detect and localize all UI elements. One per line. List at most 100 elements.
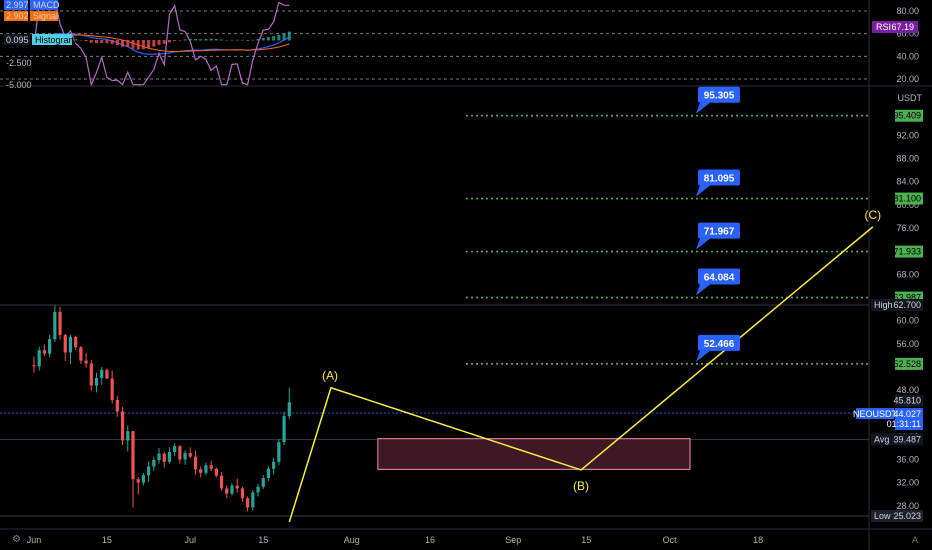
- candle-body: [193, 456, 198, 470]
- price-tick-label: 28.00: [896, 501, 919, 511]
- histogram-bar: [136, 40, 140, 50]
- histogram-bar: [246, 40, 250, 41]
- wave-label: (A): [322, 369, 338, 383]
- candle-body: [225, 488, 229, 494]
- target-tag-value: 71.933: [893, 247, 921, 257]
- macd-tick-label: -5.000: [6, 80, 32, 90]
- candle-body: [240, 488, 244, 499]
- candle-body: [110, 378, 114, 400]
- bar-countdown: 01:31:11: [887, 419, 921, 429]
- candle-body: [183, 453, 187, 460]
- candle-body: [152, 460, 156, 467]
- histogram-bar: [89, 40, 93, 43]
- candle-body: [147, 466, 151, 476]
- candle-body: [68, 336, 73, 353]
- candle-body: [136, 479, 140, 483]
- candle: [120, 406, 125, 446]
- callout-value: 52.466: [704, 339, 735, 350]
- candle-body: [157, 453, 161, 461]
- candle-body: [204, 465, 208, 473]
- candle-body: [173, 446, 177, 452]
- time-tick-label: 18: [753, 535, 763, 545]
- histogram-value: 0.095: [6, 35, 29, 45]
- rsi-label: RSI: [876, 22, 891, 32]
- price-tick-label: 48.00: [896, 385, 919, 395]
- time-tick-label: Aug: [344, 535, 360, 545]
- time-tick-label: 15: [581, 535, 591, 545]
- macd-value: 2.997: [6, 0, 29, 10]
- candle-body: [32, 365, 36, 367]
- histogram-bar: [141, 40, 145, 50]
- prev-close-tag-value: 45.810: [893, 396, 921, 406]
- price-tick-label: 36.00: [896, 455, 919, 465]
- histogram-bar: [183, 39, 187, 41]
- price-chart[interactable]: 80.0060.0040.0020.00 -2.500-5.000 2.997 …: [0, 0, 932, 550]
- rsi-tick-label: 80.00: [896, 6, 919, 16]
- candle-body: [287, 402, 291, 417]
- histogram-bar: [105, 40, 109, 44]
- histogram-bar: [214, 38, 218, 41]
- candle-body: [120, 411, 125, 441]
- candle-body: [266, 468, 271, 479]
- histogram-bar: [230, 39, 234, 41]
- macd-label: MACD: [33, 0, 60, 10]
- signal-label: Signal: [33, 11, 58, 21]
- histogram-bar: [287, 31, 291, 41]
- candle-body: [131, 431, 135, 480]
- candle-body: [115, 399, 119, 412]
- candle-body: [84, 360, 88, 364]
- histogram-bar: [95, 40, 99, 44]
- price-tick-label: 76.00: [896, 223, 919, 233]
- histogram-bar: [235, 39, 239, 41]
- candle-body: [277, 442, 281, 462]
- time-tick-label: 15: [258, 535, 268, 545]
- histogram-bar: [199, 39, 203, 41]
- candle-body: [162, 453, 166, 462]
- candle-body: [199, 469, 203, 473]
- candle-body: [94, 377, 99, 386]
- histogram-bar: [266, 37, 270, 41]
- auto-scale-button[interactable]: A: [912, 535, 918, 545]
- candle-body: [256, 486, 260, 493]
- price-tick-label: 68.00: [896, 269, 919, 279]
- callout-value: 64.084: [704, 273, 735, 284]
- time-tick-label: Jun: [27, 535, 42, 545]
- candle-body: [53, 311, 57, 340]
- candle-body: [230, 485, 234, 494]
- gear-icon[interactable]: ⚙: [12, 534, 21, 545]
- candle-body: [89, 363, 93, 386]
- price-tick-label: 88.00: [896, 154, 919, 164]
- histogram-bar: [204, 38, 208, 41]
- currency-label: USDT: [898, 93, 923, 103]
- price-tick-label: 92.00: [896, 130, 919, 140]
- candle: [251, 490, 255, 511]
- callout-value: 81.095: [704, 174, 735, 185]
- time-tick-label: 16: [425, 535, 435, 545]
- signal-value: 2.902: [6, 11, 29, 21]
- histogram-bar: [225, 39, 229, 41]
- candle-body: [105, 369, 109, 379]
- candle: [282, 411, 286, 446]
- candle-body: [261, 478, 265, 487]
- histogram-bar: [167, 40, 171, 43]
- candle-body: [63, 335, 67, 353]
- histogram-bar: [126, 40, 130, 47]
- target-tag-value: 52.528: [893, 359, 921, 369]
- low-tag: Low 25.023: [871, 510, 923, 522]
- avg-tag-value: 39.487: [893, 434, 921, 444]
- low-tag-label: Low: [874, 511, 891, 521]
- candle: [105, 368, 109, 380]
- target-price-tag: 95.409: [893, 109, 923, 122]
- low-tag-value: 25.023: [893, 511, 921, 521]
- time-tick-label: Jul: [185, 535, 197, 545]
- rsi-value-tag: RSI 67.19: [872, 21, 918, 33]
- histogram-bar: [157, 40, 161, 45]
- histogram-bar: [115, 40, 119, 46]
- histogram-bar: [272, 36, 276, 41]
- candle-body: [37, 350, 41, 367]
- candle-body: [272, 461, 276, 469]
- histogram-bar: [220, 39, 224, 41]
- target-price-tag: 81.100: [893, 192, 923, 205]
- histogram-bar: [110, 40, 114, 45]
- candle-body: [188, 453, 192, 457]
